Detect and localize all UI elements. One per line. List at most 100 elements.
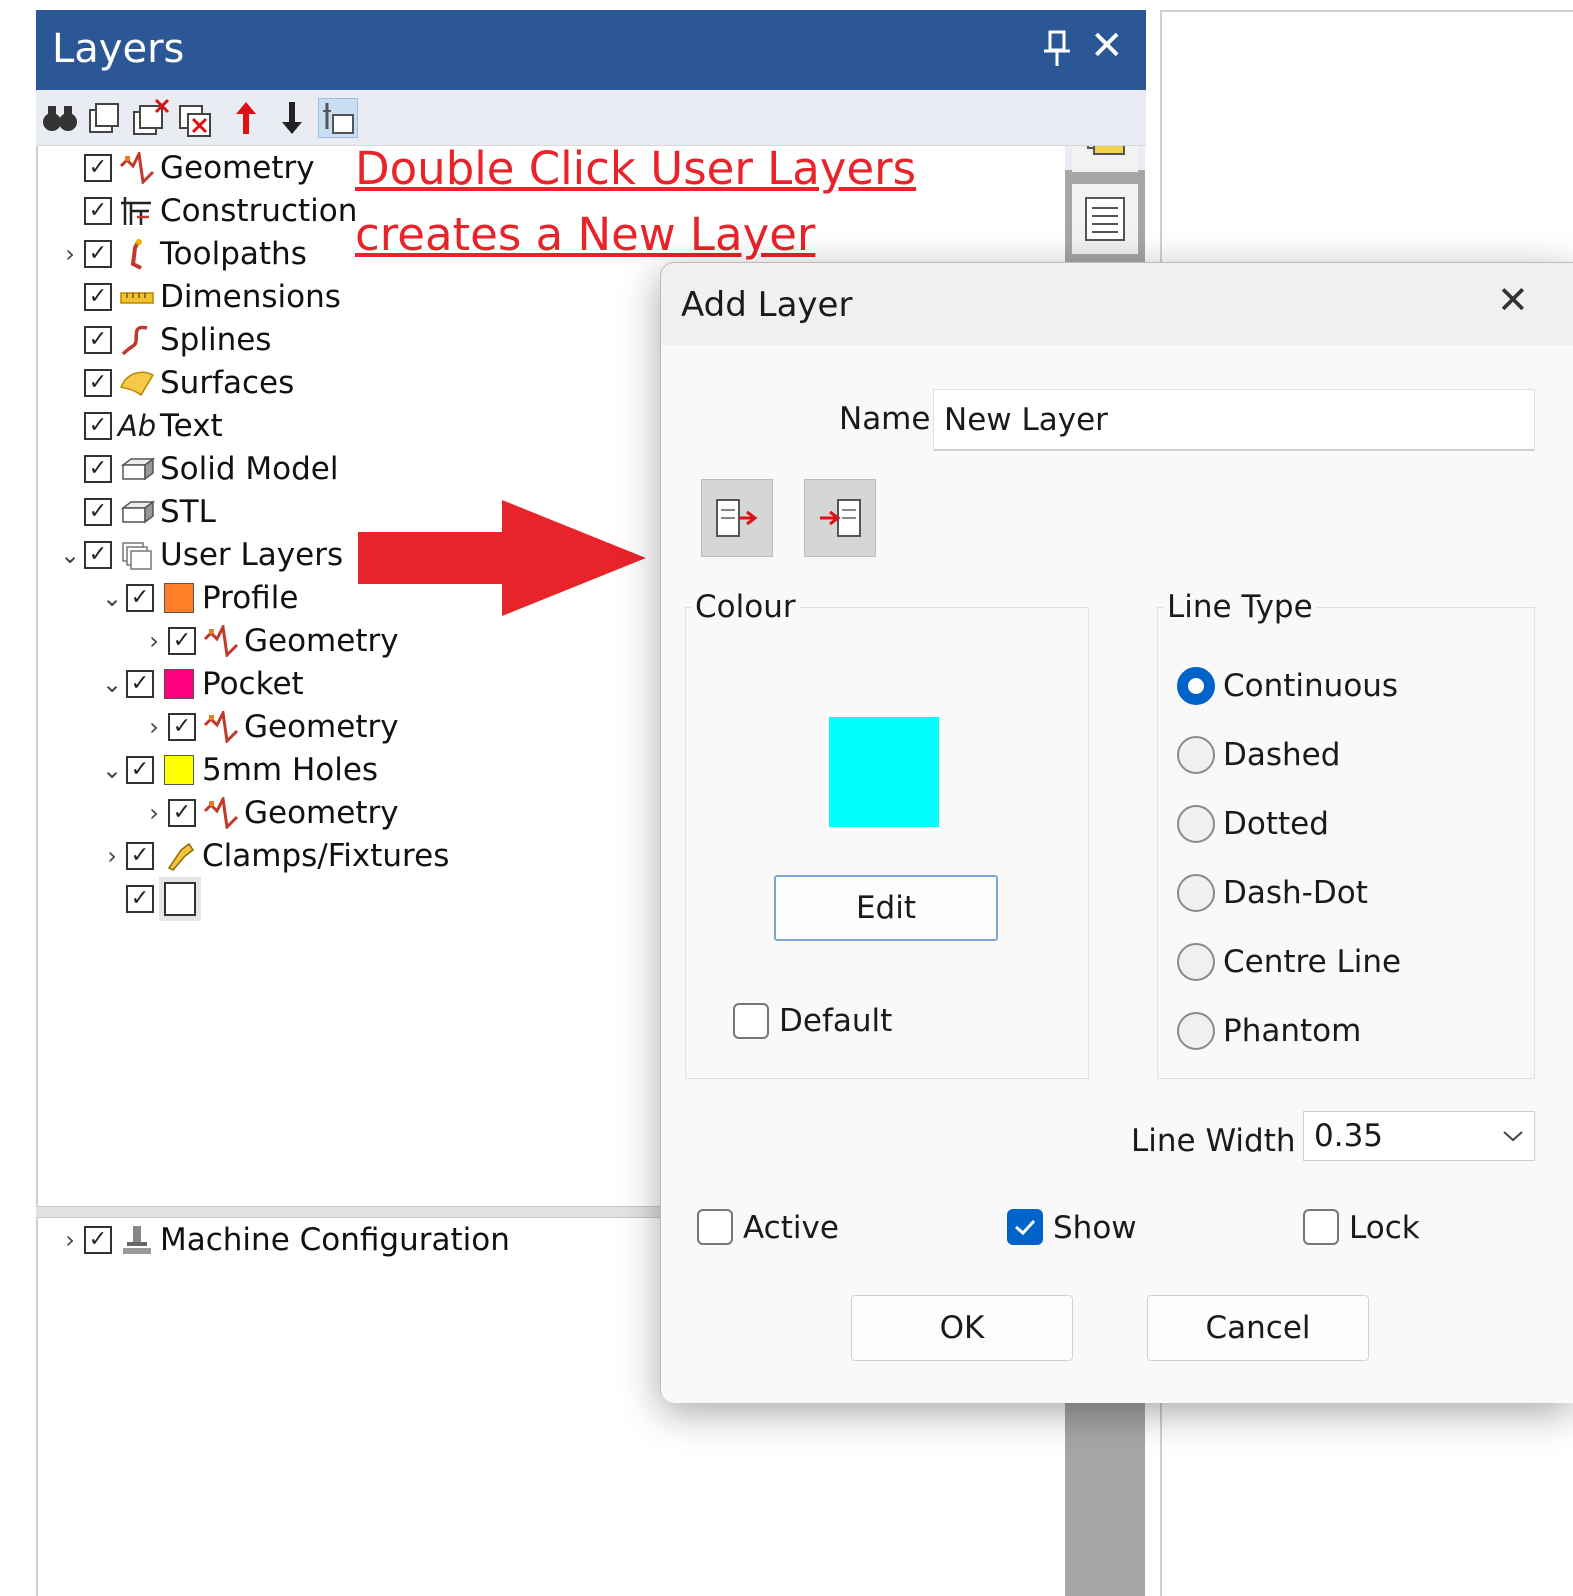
expand-chevron-icon[interactable]: ›: [56, 1226, 84, 1254]
ok-button[interactable]: OK: [851, 1295, 1073, 1361]
visibility-checkbox[interactable]: ✓: [126, 584, 154, 612]
toolpaths-icon: [118, 238, 156, 270]
collapse-chevron-icon[interactable]: ⌄: [98, 756, 126, 784]
edit-colour-button[interactable]: Edit: [774, 875, 998, 941]
tree-row-splines[interactable]: ✓ Splines: [56, 320, 271, 360]
active-checkbox[interactable]: [697, 1209, 733, 1245]
layer-color-swatch: [164, 882, 196, 916]
delete-all-icon[interactable]: [176, 98, 216, 138]
tree-row-solid-model[interactable]: ✓ Solid Model: [56, 449, 338, 489]
tree-row-surfaces[interactable]: ✓ Surfaces: [56, 363, 294, 403]
radio-dash-dot[interactable]: [1177, 874, 1215, 912]
visibility-checkbox[interactable]: ✓: [84, 455, 112, 483]
line-width-label: Line Width: [1131, 1123, 1296, 1159]
default-checkbox[interactable]: [733, 1003, 769, 1039]
visibility-checkbox[interactable]: ✓: [84, 154, 112, 182]
visibility-checkbox[interactable]: ✓: [126, 756, 154, 784]
tree-row-stl[interactable]: ✓ STL: [56, 492, 216, 532]
show-label: Show: [1053, 1210, 1137, 1246]
tree-splitter[interactable]: [36, 1206, 662, 1218]
stl-icon: [118, 496, 156, 528]
radio-dotted[interactable]: [1177, 805, 1215, 843]
radio-dashed[interactable]: [1177, 736, 1215, 774]
visibility-checkbox[interactable]: ✓: [126, 670, 154, 698]
new-layer-icon[interactable]: [84, 98, 124, 138]
collapse-chevron-icon[interactable]: ⌄: [98, 670, 126, 698]
visibility-checkbox[interactable]: ✓: [84, 541, 112, 569]
radio-continuous[interactable]: [1177, 667, 1215, 705]
visibility-checkbox[interactable]: ✓: [84, 283, 112, 311]
visibility-checkbox[interactable]: ✓: [126, 885, 154, 913]
visibility-checkbox[interactable]: ✓: [168, 627, 196, 655]
lock-checkbox[interactable]: [1303, 1209, 1339, 1245]
move-up-icon[interactable]: [226, 98, 266, 138]
export-layer-button[interactable]: [701, 479, 773, 557]
spline-icon: [118, 324, 156, 356]
radio-phantom[interactable]: [1177, 1012, 1215, 1050]
visibility-checkbox[interactable]: ✓: [84, 197, 112, 225]
geometry-icon: [202, 797, 240, 829]
delete-layer-icon[interactable]: [130, 98, 170, 138]
visibility-checkbox[interactable]: ✓: [84, 369, 112, 397]
line-width-select[interactable]: 0.35: [1303, 1111, 1535, 1161]
visibility-checkbox[interactable]: ✓: [84, 1226, 112, 1254]
close-icon[interactable]: ✕: [1497, 281, 1529, 319]
cancel-button[interactable]: Cancel: [1147, 1295, 1369, 1361]
tree-row-pocket[interactable]: ⌄ ✓ Pocket: [98, 664, 304, 704]
close-panel-icon[interactable]: ✕: [1090, 26, 1124, 66]
visibility-checkbox[interactable]: ✓: [84, 326, 112, 354]
radio-centre-line[interactable]: [1177, 943, 1215, 981]
collapse-chevron-icon[interactable]: ⌄: [56, 541, 84, 569]
tree-row-user-layers[interactable]: ⌄ ✓ User Layers: [56, 535, 343, 575]
collapse-chevron-icon[interactable]: ⌄: [98, 584, 126, 612]
radio-label-dotted: Dotted: [1223, 806, 1329, 842]
pin-icon[interactable]: [1044, 30, 1072, 74]
tree-row-geometry[interactable]: ✓ Geometry: [56, 148, 315, 188]
tree-row-profile-geometry[interactable]: › ✓ Geometry: [140, 621, 398, 661]
line-width-value: 0.35: [1314, 1118, 1384, 1154]
annotation-line-2: creates a New Layer: [355, 208, 816, 261]
active-label: Active: [743, 1210, 839, 1246]
side-list-button[interactable]: [1072, 184, 1138, 254]
tree-row-5mm-holes[interactable]: ⌄ ✓ 5mm Holes: [98, 750, 378, 790]
visibility-checkbox[interactable]: ✓: [126, 842, 154, 870]
import-layer-button[interactable]: [804, 479, 876, 557]
line-type-group-title: Line Type: [1163, 589, 1317, 625]
tree-row-machine-config[interactable]: › ✓ Machine Configuration: [56, 1220, 510, 1260]
layer-color-swatch: [164, 755, 194, 785]
name-input[interactable]: New Layer: [933, 389, 1535, 451]
radio-label-dash-dot: Dash-Dot: [1223, 875, 1368, 911]
colour-swatch[interactable]: [829, 717, 939, 827]
dialog-title: Add Layer: [681, 285, 853, 325]
tree-row-construction[interactable]: ✓ Construction: [56, 191, 357, 231]
layer-properties-icon[interactable]: [318, 98, 358, 138]
tree-row-profile[interactable]: ⌄ ✓ Profile: [98, 578, 298, 618]
expand-chevron-icon[interactable]: ›: [140, 799, 168, 827]
tree-row-new-layer[interactable]: ✓: [98, 879, 204, 919]
tree-row-clamps[interactable]: › ✓ Clamps/Fixtures: [98, 836, 449, 876]
tree-row-dimensions[interactable]: ✓ Dimensions: [56, 277, 341, 317]
user-layers-icon: [118, 539, 156, 571]
tree-row-holes-geometry[interactable]: › ✓ Geometry: [140, 793, 398, 833]
annotation-line-1: Double Click User Layers: [355, 142, 917, 195]
radio-label-phantom: Phantom: [1223, 1013, 1362, 1049]
lock-label: Lock: [1349, 1210, 1420, 1246]
move-down-icon[interactable]: [272, 98, 312, 138]
visibility-checkbox[interactable]: ✓: [168, 713, 196, 741]
expand-chevron-icon[interactable]: ›: [56, 240, 84, 268]
binoculars-icon[interactable]: [40, 98, 80, 138]
tree-row-toolpaths[interactable]: › ✓ Toolpaths: [56, 234, 307, 274]
default-label: Default: [779, 1003, 893, 1039]
visibility-checkbox[interactable]: ✓: [84, 498, 112, 526]
tree-row-text[interactable]: ✓ Ab Text: [56, 406, 223, 446]
expand-chevron-icon[interactable]: ›: [140, 627, 168, 655]
visibility-checkbox[interactable]: ✓: [168, 799, 196, 827]
tree-row-pocket-geometry[interactable]: › ✓ Geometry: [140, 707, 398, 747]
expand-chevron-icon[interactable]: ›: [140, 713, 168, 741]
red-arrow-icon: [358, 500, 646, 616]
machine-icon: [118, 1224, 156, 1256]
show-checkbox[interactable]: [1007, 1209, 1043, 1245]
visibility-checkbox[interactable]: ✓: [84, 240, 112, 268]
visibility-checkbox[interactable]: ✓: [84, 412, 112, 440]
expand-chevron-icon[interactable]: ›: [98, 842, 126, 870]
